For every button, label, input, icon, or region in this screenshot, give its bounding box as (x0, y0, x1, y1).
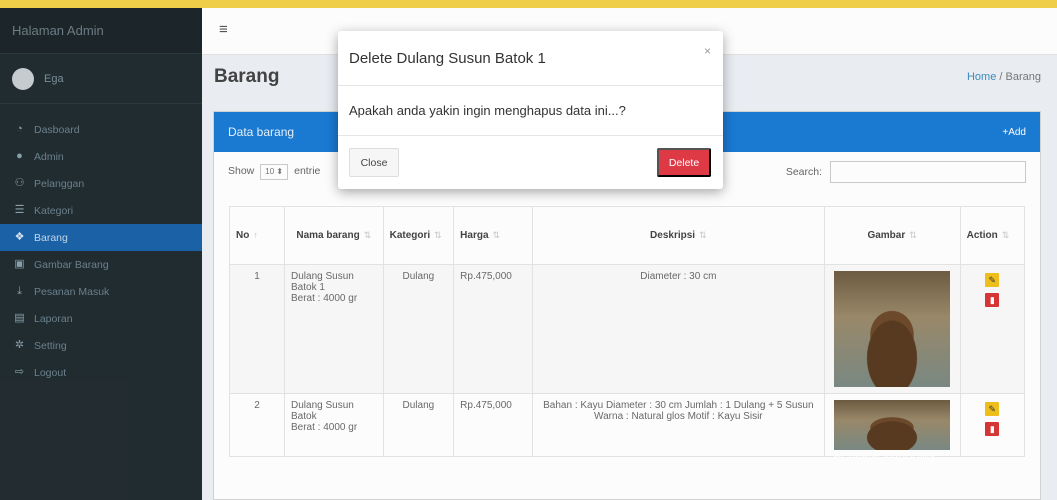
modal-footer: Close Delete (338, 136, 723, 189)
modal-message: Apakah anda yakin ingin menghapus data i… (338, 86, 723, 136)
close-icon[interactable]: × (704, 44, 711, 58)
delete-confirm-modal: Delete Dulang Susun Batok 1 × Apakah and… (338, 31, 723, 189)
delete-button[interactable]: Delete (657, 148, 711, 177)
modal-header: Delete Dulang Susun Batok 1 × (338, 31, 723, 86)
modal-title: Delete Dulang Susun Batok 1 (349, 49, 546, 67)
close-button[interactable]: Close (349, 148, 399, 177)
